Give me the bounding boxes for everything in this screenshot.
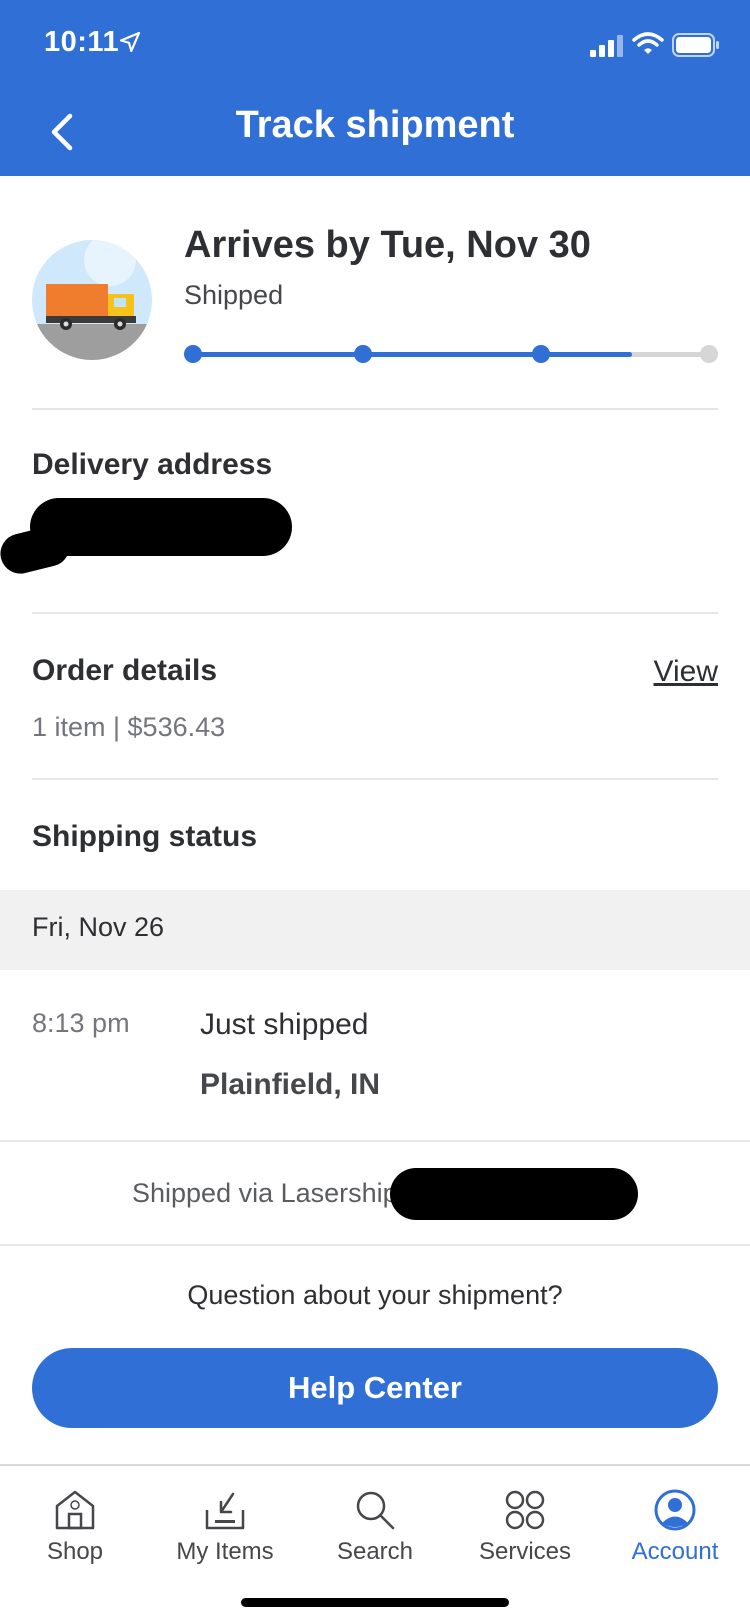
carrier-info: Shipped via Lasership	[132, 1178, 398, 1208]
section-divider	[32, 778, 718, 780]
location-arrow-icon	[119, 31, 141, 53]
my-items-icon	[205, 1492, 245, 1530]
shipment-status-label: Shipped	[184, 280, 284, 310]
event-description: Just shipped	[200, 1008, 369, 1041]
status-time: 10:11	[44, 26, 120, 58]
wifi-icon	[632, 32, 664, 54]
progress-step	[700, 345, 718, 363]
tab-search[interactable]: Search	[300, 1480, 450, 1590]
event-location: Plainfield, IN	[200, 1068, 381, 1101]
page-title: Track shipment	[235, 104, 515, 146]
progress-step	[532, 345, 550, 363]
tab-services[interactable]: Services	[450, 1480, 600, 1590]
tab-label: Services	[478, 1538, 572, 1565]
view-order-link[interactable]: View	[654, 655, 718, 689]
section-divider	[32, 408, 718, 410]
tab-label: Shop	[46, 1538, 104, 1565]
help-question: Question about your shipment?	[187, 1280, 563, 1310]
battery-icon	[672, 33, 719, 57]
tab-account[interactable]: Account	[600, 1480, 750, 1590]
help-center-button[interactable]: Help Center	[32, 1348, 718, 1428]
order-summary: 1 item | $536.43	[32, 712, 226, 742]
tab-my-items[interactable]: My Items	[150, 1480, 300, 1590]
order-details-heading: Order details	[32, 654, 218, 687]
shipment-progress-bar	[184, 342, 718, 366]
delivery-truck-image	[32, 240, 152, 360]
tab-label: Search	[336, 1538, 414, 1565]
progress-step	[184, 345, 202, 363]
status-bar: 10:11	[0, 0, 750, 90]
shop-icon	[55, 1490, 95, 1530]
shipping-status-heading: Shipping status	[32, 820, 257, 853]
arrival-date-heading: Arrives by Tue, Nov 30	[184, 224, 591, 266]
services-icon	[505, 1490, 545, 1530]
delivery-address-heading: Delivery address	[32, 448, 273, 481]
account-icon	[654, 1489, 696, 1531]
tab-label: Account	[631, 1538, 719, 1565]
cellular-signal-icon	[590, 35, 623, 57]
section-divider	[0, 1244, 750, 1246]
section-divider	[32, 612, 718, 614]
redaction-mark	[0, 522, 74, 578]
shipping-date-band: Fri, Nov 26	[0, 890, 750, 970]
home-indicator	[241, 1598, 509, 1607]
section-divider	[0, 1140, 750, 1142]
search-icon	[356, 1491, 395, 1530]
progress-fill	[192, 352, 632, 357]
tab-label: My Items	[176, 1538, 274, 1565]
event-time: 8:13 pm	[32, 1008, 130, 1038]
progress-step	[354, 345, 372, 363]
redacted-tracking-number	[390, 1168, 638, 1220]
app-header: 10:11 Track shipment	[0, 0, 750, 176]
shipping-date: Fri, Nov 26	[32, 912, 165, 942]
tab-shop[interactable]: Shop	[0, 1480, 150, 1590]
